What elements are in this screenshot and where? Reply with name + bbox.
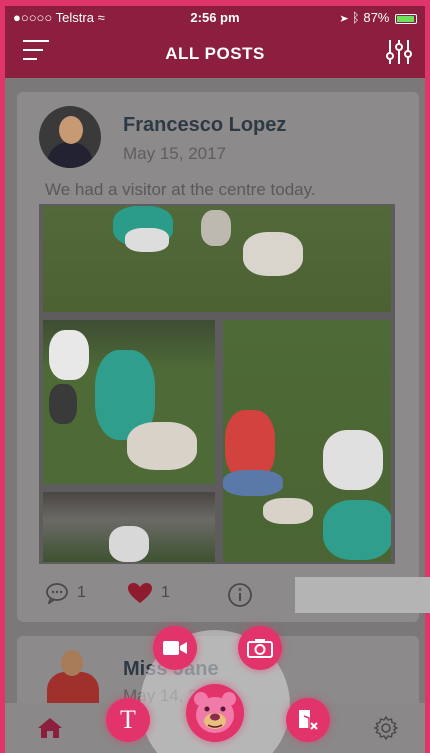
filter-sliders-icon[interactable]: [385, 38, 413, 66]
sign-out-button[interactable]: [286, 698, 330, 742]
status-right: ➤ ᛒ 87%: [340, 10, 417, 25]
status-bar: ●○○○○ Telstra ≈ 2:56 pm ➤ ᛒ 87%: [5, 6, 425, 28]
like-button[interactable]: 1: [127, 582, 170, 604]
page-title: ALL POSTS: [165, 44, 265, 63]
heart-icon: [128, 583, 152, 603]
door-exit-icon: [299, 710, 318, 730]
comment-count: 1: [77, 584, 86, 601]
record-video-button[interactable]: [153, 626, 197, 670]
avatar[interactable]: [39, 106, 101, 168]
info-icon: [228, 583, 252, 607]
battery-percent: 87%: [363, 10, 390, 25]
bear-menu-button[interactable]: [186, 684, 244, 742]
post-photo[interactable]: [43, 206, 391, 312]
overlay-box: [295, 577, 430, 613]
location-icon: ➤: [340, 10, 349, 25]
text-t-icon: T: [120, 705, 136, 734]
text-post-button[interactable]: T: [106, 698, 150, 742]
video-camera-icon: [163, 641, 187, 655]
post-photo[interactable]: [43, 320, 215, 484]
post-card[interactable]: Francesco Lopez May 15, 2017 We had a vi…: [17, 92, 419, 622]
camera-icon: [247, 639, 273, 658]
photo-grid: [39, 204, 395, 564]
post-caption: We had a visitor at the centre today.: [45, 180, 316, 199]
bear-mascot-icon: [194, 692, 236, 733]
post-author[interactable]: Francesco Lopez: [123, 114, 286, 137]
info-button[interactable]: [227, 582, 253, 608]
home-icon[interactable]: [37, 717, 63, 739]
comment-icon: [46, 583, 68, 604]
comment-button[interactable]: 1: [45, 582, 86, 604]
bluetooth-icon: ᛒ: [351, 10, 360, 25]
like-count: 1: [161, 584, 170, 601]
post-photo[interactable]: [43, 492, 215, 562]
gear-icon[interactable]: [373, 715, 399, 741]
take-photo-button[interactable]: [238, 626, 282, 670]
avatar[interactable]: [45, 650, 101, 710]
app-header: ●○○○○ Telstra ≈ 2:56 pm ➤ ᛒ 87% ALL POST…: [5, 6, 425, 78]
battery-icon: [395, 13, 417, 24]
post-date: May 15, 2017: [123, 144, 227, 163]
post-photo[interactable]: [223, 320, 391, 562]
